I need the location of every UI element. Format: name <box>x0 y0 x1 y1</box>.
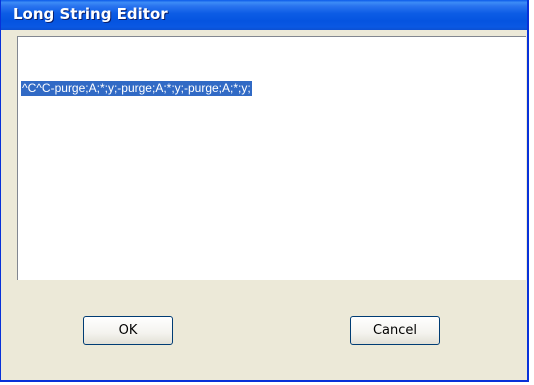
dialog-title: Long String Editor <box>13 5 168 23</box>
string-editor-textarea[interactable]: ^C^C-purge;A;*;y;-purge;A;*;y;-purge;A;*… <box>17 36 526 280</box>
selected-string-text: ^C^C-purge;A;*;y;-purge;A;*;y;-purge;A;*… <box>21 81 252 96</box>
ok-button[interactable]: OK <box>83 316 173 345</box>
title-bar[interactable]: Long String Editor <box>1 0 527 30</box>
long-string-editor-dialog: Long String Editor ^C^C-purge;A;*;y;-pur… <box>0 0 529 382</box>
page: Long String Editor ^C^C-purge;A;*;y;-pur… <box>0 0 534 385</box>
cancel-button[interactable]: Cancel <box>350 316 440 345</box>
editor-frame: ^C^C-purge;A;*;y;-purge;A;*;y;-purge;A;*… <box>17 36 526 280</box>
